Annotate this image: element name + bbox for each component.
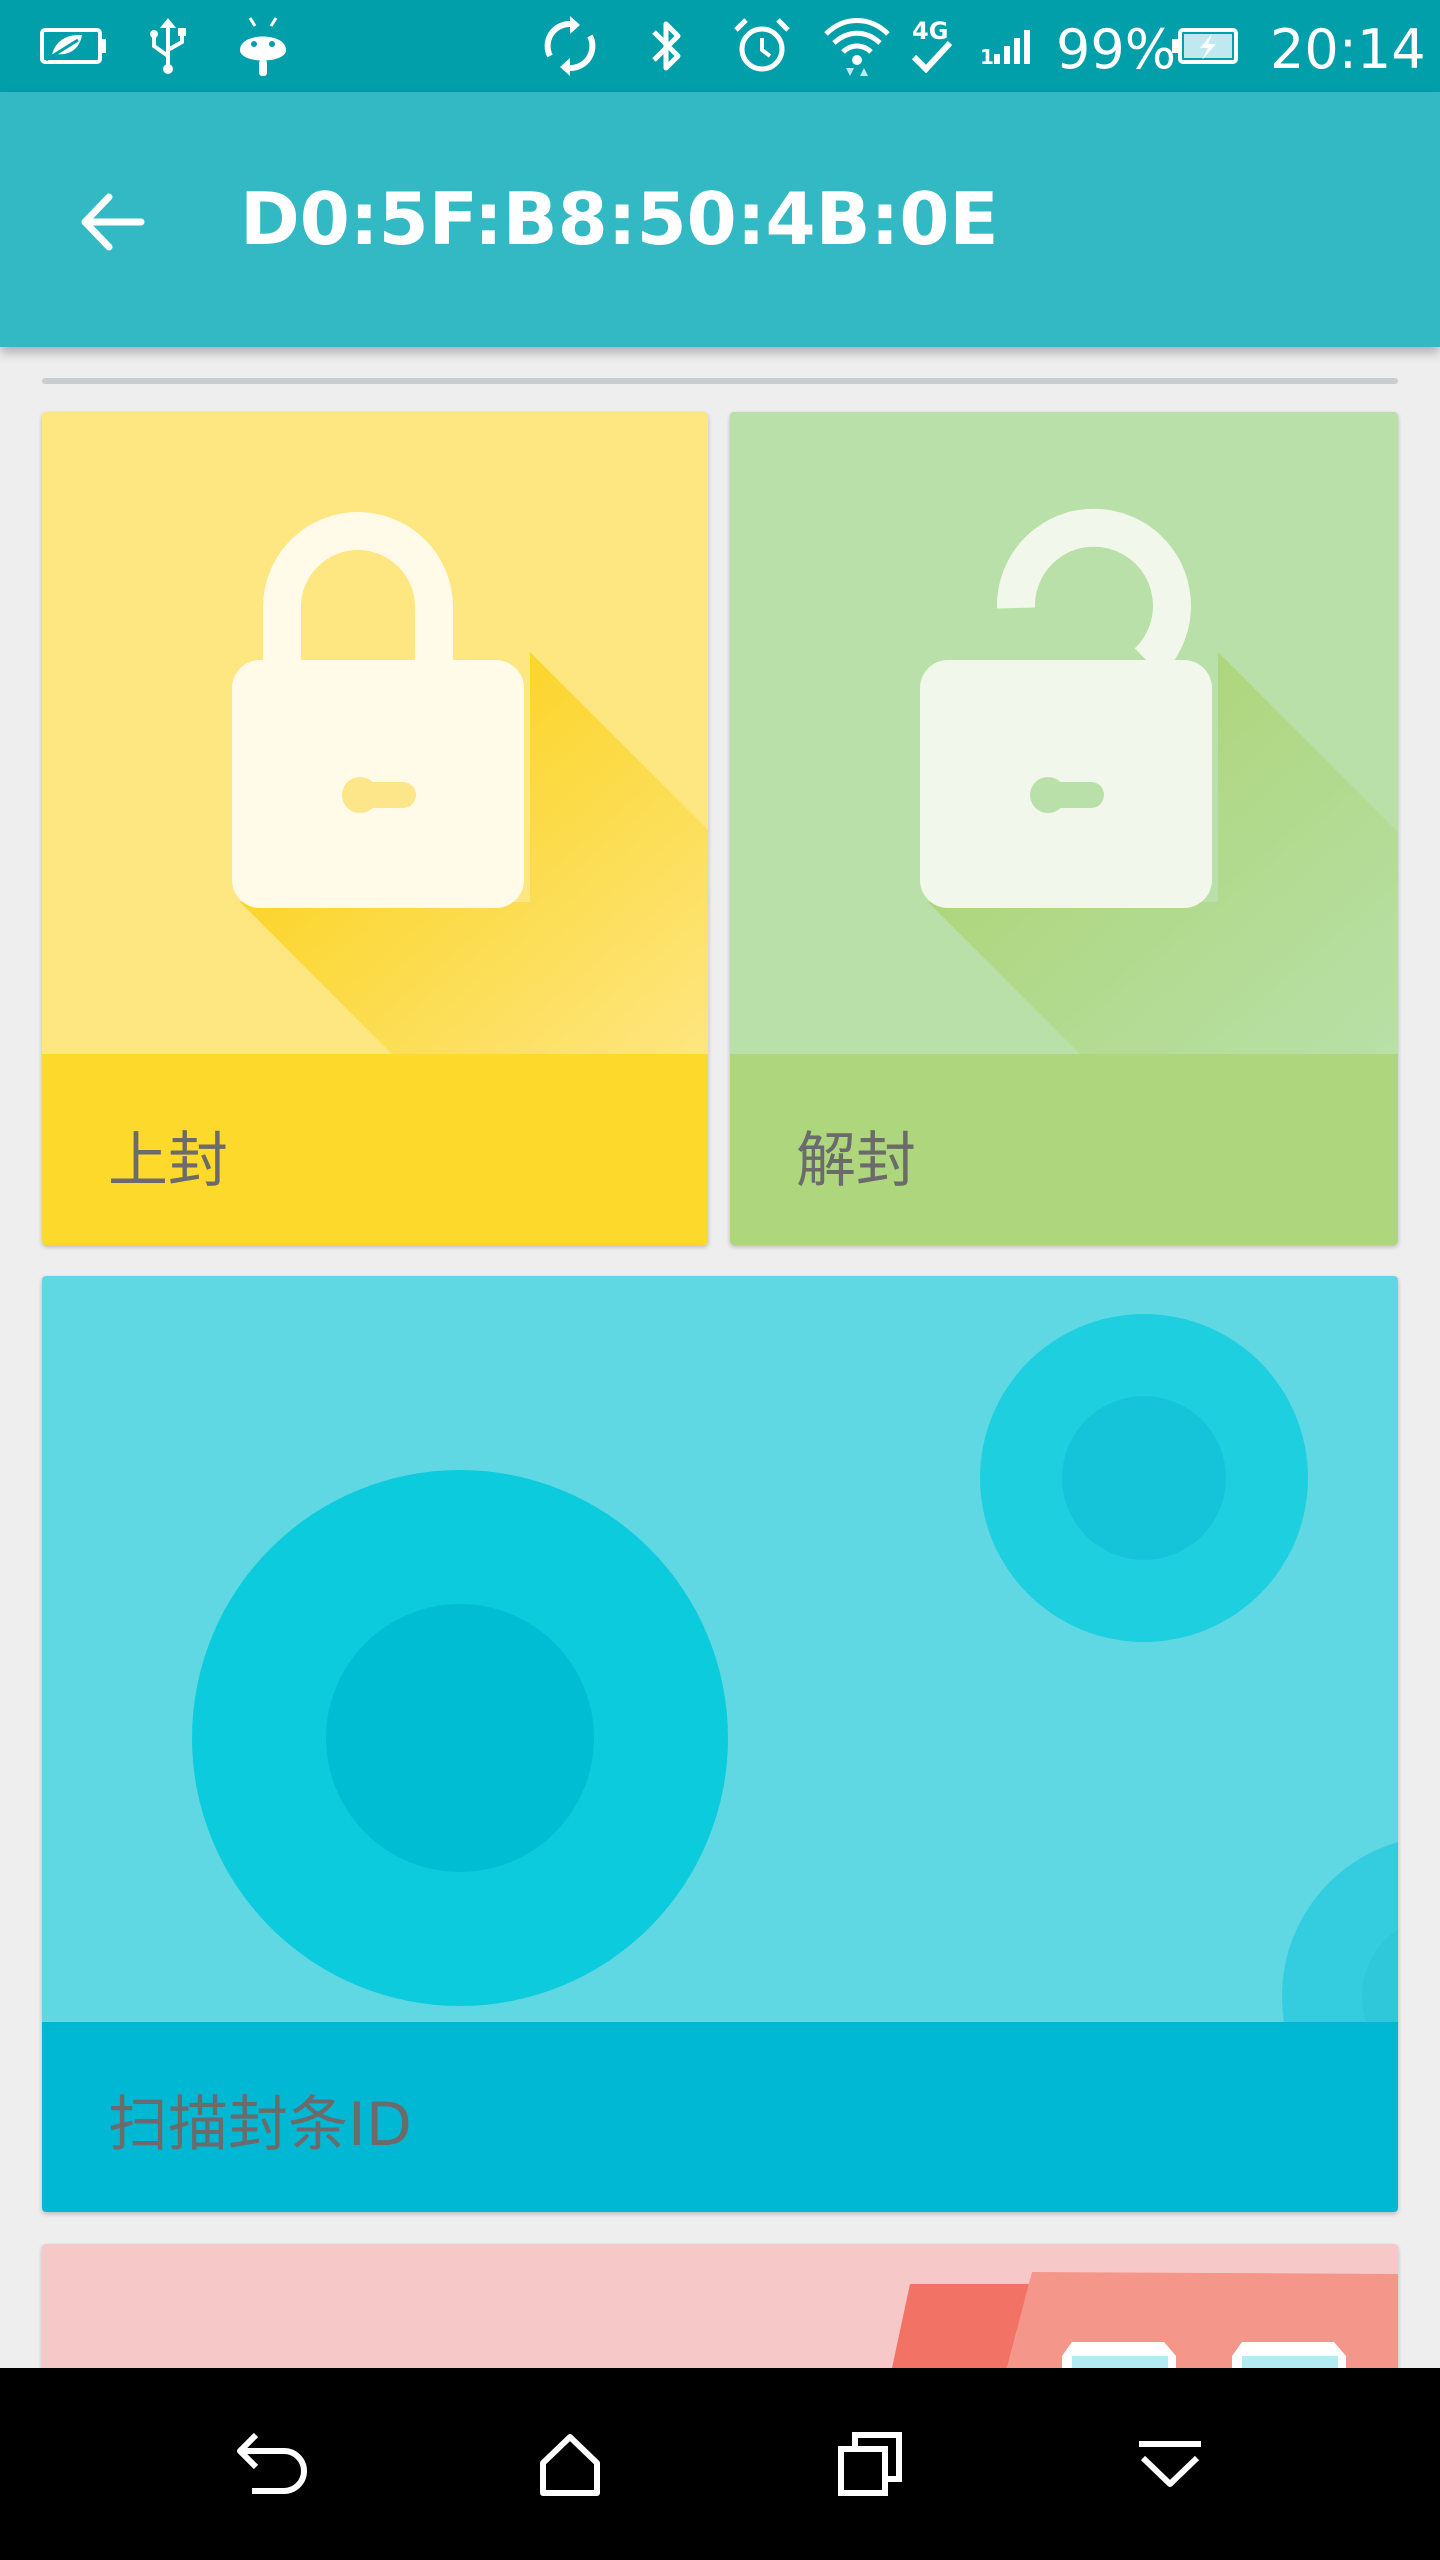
list-divider bbox=[42, 378, 1398, 384]
scan-circles-art bbox=[192, 1314, 1398, 2150]
scan-card-art bbox=[42, 1276, 1398, 2150]
seal-card-footer: 上封 bbox=[42, 1054, 708, 1245]
app-screen: 4G 1 99% 20:14 D0:5F:B8:50:4B:0E 上封 解封 扫… bbox=[0, 0, 1440, 2560]
seal-label: 上封 bbox=[108, 1126, 228, 1196]
lock-open-icon bbox=[920, 508, 1398, 1054]
eco-battery-icon bbox=[36, 0, 108, 92]
navigation-bar bbox=[0, 2368, 1440, 2560]
battery-percent: 99% bbox=[1056, 18, 1177, 81]
home-nav-icon[interactable] bbox=[470, 2368, 670, 2560]
back-nav-icon[interactable] bbox=[172, 2368, 372, 2560]
signal-icon: 1 bbox=[980, 0, 1036, 92]
unseal-card[interactable]: 解封 bbox=[730, 412, 1398, 1245]
scan-card-footer: 扫描封条ID bbox=[42, 2022, 1398, 2212]
battery-charging-icon bbox=[1170, 0, 1240, 92]
unseal-card-art bbox=[730, 412, 1398, 1054]
unseal-card-footer: 解封 bbox=[730, 1054, 1398, 1245]
usb-icon bbox=[146, 0, 190, 92]
android-icon bbox=[236, 0, 290, 92]
wifi-icon bbox=[822, 0, 892, 92]
scan-seal-id-label: 扫描封条ID bbox=[108, 2090, 412, 2160]
unseal-label: 解封 bbox=[796, 1126, 916, 1196]
arrow-back-icon[interactable] bbox=[62, 172, 162, 272]
app-bar: D0:5F:B8:50:4B:0E bbox=[0, 92, 1440, 347]
status-time: 20:14 bbox=[1270, 18, 1426, 81]
recents-nav-icon[interactable] bbox=[770, 2368, 970, 2560]
page-title: D0:5F:B8:50:4B:0E bbox=[240, 177, 999, 261]
svg-text:4G: 4G bbox=[912, 17, 948, 45]
status-bar: 4G 1 99% 20:14 bbox=[0, 0, 1440, 92]
svg-text:1: 1 bbox=[980, 45, 994, 66]
network-4g-icon: 4G bbox=[908, 0, 958, 92]
seal-card-art bbox=[42, 412, 708, 1054]
alarm-icon bbox=[732, 0, 792, 92]
sync-icon bbox=[540, 0, 600, 92]
lock-closed-icon bbox=[232, 512, 708, 1054]
bluetooth-icon bbox=[646, 0, 686, 92]
seal-card[interactable]: 上封 bbox=[42, 412, 708, 1245]
scan-seal-id-card[interactable]: 扫描封条ID bbox=[42, 1276, 1398, 2212]
hide-nav-icon[interactable] bbox=[1070, 2368, 1270, 2560]
